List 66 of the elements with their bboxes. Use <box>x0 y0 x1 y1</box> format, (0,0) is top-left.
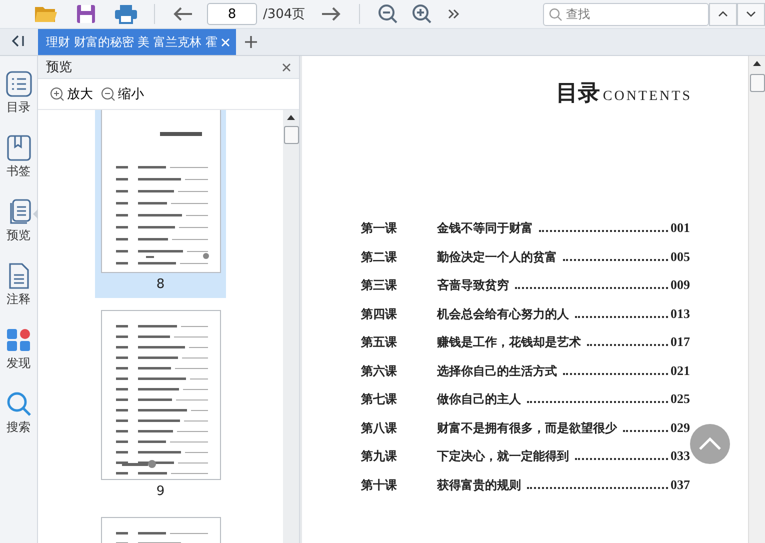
close-icon[interactable] <box>221 38 230 46</box>
lesson-title: 吝啬导致贫穷 <box>437 277 509 294</box>
dot-leader <box>623 430 668 432</box>
lesson-title: 机会总会给有心努力的人 <box>437 306 569 322</box>
lesson-label: 第一课 <box>361 220 398 237</box>
page-reference: 025 <box>670 391 690 407</box>
panel-title: 预览 <box>46 59 72 76</box>
lesson-label: 第九课 <box>361 448 398 465</box>
page-reference: 029 <box>670 420 690 436</box>
lesson-label: 第五课 <box>361 334 398 351</box>
page-thumbnail[interactable]: 9 <box>95 310 226 505</box>
page-reference: 021 <box>670 362 690 378</box>
sidebar-item[interactable]: 发现 <box>0 327 37 383</box>
zoom-out-icon <box>101 87 115 101</box>
zoom-in-button[interactable]: 放大 <box>50 85 93 103</box>
document-icon <box>8 263 30 289</box>
page-reference: 013 <box>670 306 690 322</box>
zoom-in-icon <box>50 87 64 101</box>
scroll-thumb[interactable] <box>750 74 764 92</box>
bookmark-icon <box>6 135 30 161</box>
lesson-label: 第三课 <box>361 277 398 294</box>
sidebar-item[interactable]: 注释 <box>0 263 37 319</box>
sidebar-item[interactable]: 搜索 <box>0 391 37 447</box>
lesson-label: 第十课 <box>361 476 398 494</box>
lesson-title: 赚钱是工作，花钱却是艺术 <box>437 334 581 351</box>
sidebar-item[interactable]: 预览 <box>0 199 37 255</box>
page-reference: 001 <box>670 220 690 236</box>
scrollbar[interactable] <box>283 110 299 543</box>
lesson-label: 第八课 <box>361 420 398 436</box>
page-number: 9 <box>156 483 165 501</box>
sidebar-item[interactable]: 目录 <box>0 71 37 127</box>
lesson-title: 勤俭决定一个人的贫富 <box>437 248 557 266</box>
page-reference: 033 <box>670 448 690 464</box>
page-title: 目录 <box>556 79 600 108</box>
lesson-label: 第七课 <box>361 391 398 408</box>
page-total: /304页 <box>263 6 306 23</box>
lesson-label: 第六课 <box>361 362 398 380</box>
lesson-title: 金钱不等同于财富 <box>437 220 533 237</box>
page-reference: 005 <box>670 248 690 264</box>
scroll-thumb[interactable] <box>284 126 298 144</box>
scrollbar[interactable] <box>748 56 765 543</box>
search-field[interactable]: 查找 <box>543 2 709 26</box>
lesson-label: 第四课 <box>361 306 398 322</box>
lesson-title: 做你自己的主人 <box>437 391 521 408</box>
lesson-label: 第二课 <box>361 248 398 266</box>
chevron-down-icon <box>746 11 756 17</box>
document-tab[interactable]: 理财 财富的秘密 美 富兰克林 霍 <box>38 29 236 55</box>
chevron-up-icon <box>698 437 722 451</box>
page-number: 8 <box>156 276 165 294</box>
sidebar-item[interactable]: 书签 <box>0 135 37 191</box>
list-icon <box>6 71 32 97</box>
page-number-field[interactable]: 8 <box>207 3 257 25</box>
apps-icon <box>6 327 32 353</box>
chevron-up-icon <box>718 11 728 17</box>
zoom-out-button[interactable]: 缩小 <box>101 85 144 103</box>
lesson-title: 选择你自己的生活方式 <box>437 362 557 380</box>
search-icon <box>6 391 32 417</box>
page-reference: 017 <box>670 334 690 350</box>
page-reference: 037 <box>670 476 690 492</box>
lesson-title: 获得富贵的规则 <box>437 476 521 494</box>
search-icon <box>549 8 562 20</box>
lesson-title: 下定决心，就一定能得到 <box>437 448 569 465</box>
page-thumbnail[interactable]: 8 <box>95 110 226 298</box>
page-reference: 009 <box>670 277 690 293</box>
lesson-title: 财富不是拥有很多，而是欲望很少 <box>437 420 617 436</box>
page-title-english: CONTENTS <box>602 89 692 105</box>
